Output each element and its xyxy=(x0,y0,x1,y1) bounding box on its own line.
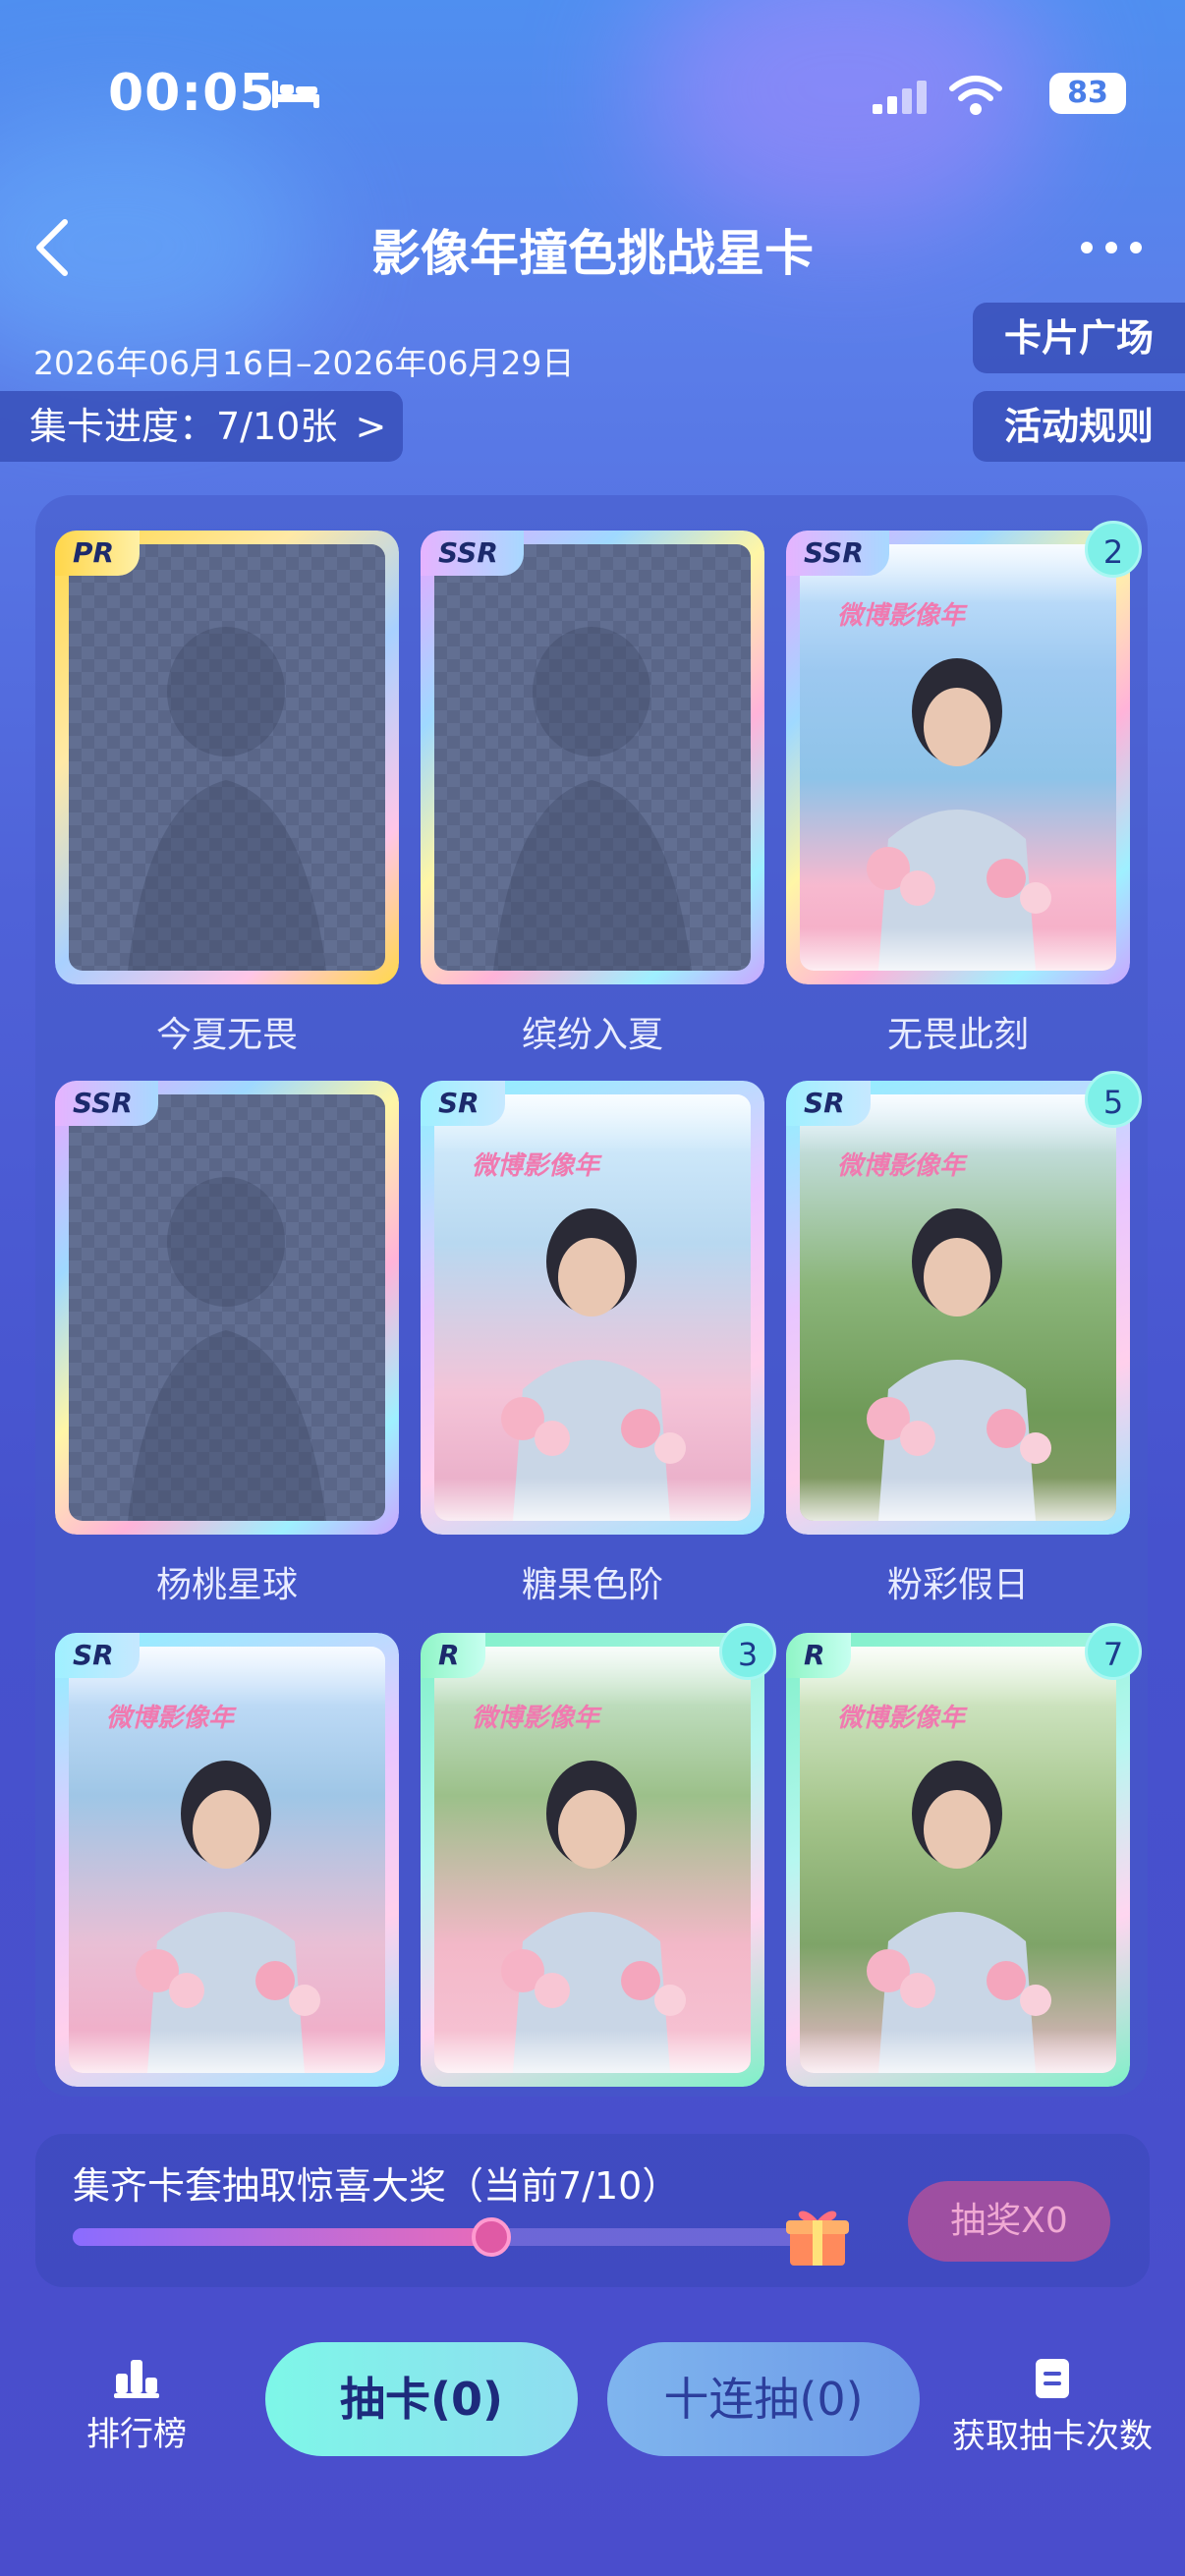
leaderboard-icon xyxy=(114,2360,159,2398)
card-count-badge: 2 xyxy=(1085,521,1142,578)
sleep-mode-icon xyxy=(272,81,319,108)
locked-silhouette xyxy=(493,627,692,971)
wifi-icon xyxy=(949,76,1002,115)
person-illustration xyxy=(501,1208,686,1521)
prize-draw-button[interactable]: 抽奖X0 xyxy=(908,2181,1110,2262)
get-draw-chances-button[interactable]: 获取抽卡次数 xyxy=(943,2356,1161,2457)
reward-progress-bar xyxy=(73,2217,839,2257)
draw-card-button[interactable]: 抽卡(0) xyxy=(265,2342,578,2456)
star-card[interactable]: SSR xyxy=(55,1081,399,1535)
chevron-right-icon: > xyxy=(355,405,387,448)
rarity-badge: R xyxy=(786,1633,851,1678)
star-card[interactable]: 微博影像年 SR xyxy=(55,1633,399,2087)
get-draw-chances-label: 获取抽卡次数 xyxy=(952,2417,1153,2456)
page-title: 影像年撞色挑战星卡 xyxy=(371,225,814,282)
star-card[interactable]: 微博影像年 SR xyxy=(421,1081,764,1535)
gift-box-icon xyxy=(786,2211,849,2266)
more-options-icon[interactable] xyxy=(1077,228,1146,267)
card-photo: 微博影像年 xyxy=(800,1094,1116,1521)
rarity-badge: SR xyxy=(786,1081,871,1126)
reward-progress-fill xyxy=(73,2228,491,2246)
locked-silhouette xyxy=(128,1177,326,1521)
rarity-badge: SSR xyxy=(786,531,889,576)
card-photo: 微博影像年 xyxy=(69,1647,385,2073)
card-name: 缤纷入夏 xyxy=(521,1015,663,1055)
cellular-signal-icon xyxy=(873,81,927,114)
person-illustration xyxy=(867,1761,1051,2073)
card-photo: 微博影像年 xyxy=(800,544,1116,971)
ticket-icon xyxy=(1036,2359,1069,2398)
card-count-badge: 7 xyxy=(1085,1623,1142,1680)
ten-draw-button[interactable]: 十连抽(0) xyxy=(607,2342,920,2456)
reward-description: 集齐卡套抽取惊喜大奖（当前7/10） xyxy=(73,2164,680,2208)
card-locked-placeholder xyxy=(69,1094,385,1521)
card-name: 杨桃星球 xyxy=(155,1565,298,1605)
poster-footer xyxy=(800,927,1116,971)
card-locked-placeholder xyxy=(434,544,751,971)
leaderboard-label: 排行榜 xyxy=(86,2415,187,2454)
star-card[interactable]: 微博影像年 SR xyxy=(786,1081,1130,1535)
person-illustration xyxy=(867,1208,1051,1521)
event-date-range: 2026年06月16日–2026年06月29日 xyxy=(33,344,575,382)
rarity-badge: R xyxy=(421,1633,485,1678)
card-locked-placeholder xyxy=(69,544,385,971)
poster-footer xyxy=(434,2030,751,2073)
card-count-badge: 3 xyxy=(719,1623,776,1680)
status-bar: 00:05 83 xyxy=(108,59,1126,138)
reward-progress-knob xyxy=(471,2217,511,2257)
activity-rules-button[interactable]: 活动规则 xyxy=(973,391,1185,462)
person-illustration xyxy=(867,658,1051,971)
poster-footer xyxy=(434,1478,751,1521)
star-card[interactable]: PR xyxy=(55,531,399,984)
card-count-badge: 5 xyxy=(1085,1071,1142,1128)
poster-footer xyxy=(800,2030,1116,2073)
status-time: 00:05 xyxy=(108,64,276,123)
poster-footer xyxy=(69,2030,385,2073)
collection-progress-label: 集卡进度：7/10张 xyxy=(29,405,338,448)
card-name: 无畏此刻 xyxy=(886,1015,1029,1055)
rarity-badge: SR xyxy=(55,1633,140,1678)
person-illustration xyxy=(501,1761,686,2073)
rarity-badge: SSR xyxy=(55,1081,158,1126)
collection-progress-button[interactable]: 集卡进度：7/10张 > xyxy=(0,391,403,462)
rarity-badge: SR xyxy=(421,1081,505,1126)
battery-indicator: 83 xyxy=(1049,73,1126,114)
card-photo: 微博影像年 xyxy=(434,1094,751,1521)
locked-silhouette xyxy=(128,627,326,971)
rarity-badge: PR xyxy=(55,531,141,576)
card-name: 糖果色阶 xyxy=(521,1565,663,1605)
star-card[interactable]: SSR xyxy=(421,531,764,984)
star-card[interactable]: 微博影像年 R xyxy=(786,1633,1130,2087)
rarity-badge: SSR xyxy=(421,531,524,576)
star-card[interactable]: 微博影像年 SSR xyxy=(786,531,1130,984)
card-name: 粉彩假日 xyxy=(886,1565,1029,1605)
card-plaza-button[interactable]: 卡片广场 xyxy=(973,303,1185,373)
card-photo: 微博影像年 xyxy=(800,1647,1116,2073)
card-photo: 微博影像年 xyxy=(434,1647,751,2073)
card-name: 今夏无畏 xyxy=(155,1015,298,1055)
reward-section: 集齐卡套抽取惊喜大奖（当前7/10） 抽奖X0 xyxy=(35,2134,1150,2287)
star-card[interactable]: 微博影像年 R xyxy=(421,1633,764,2087)
person-illustration xyxy=(136,1761,320,2073)
poster-footer xyxy=(800,1478,1116,1521)
leaderboard-button[interactable]: 排行榜 xyxy=(73,2356,200,2455)
